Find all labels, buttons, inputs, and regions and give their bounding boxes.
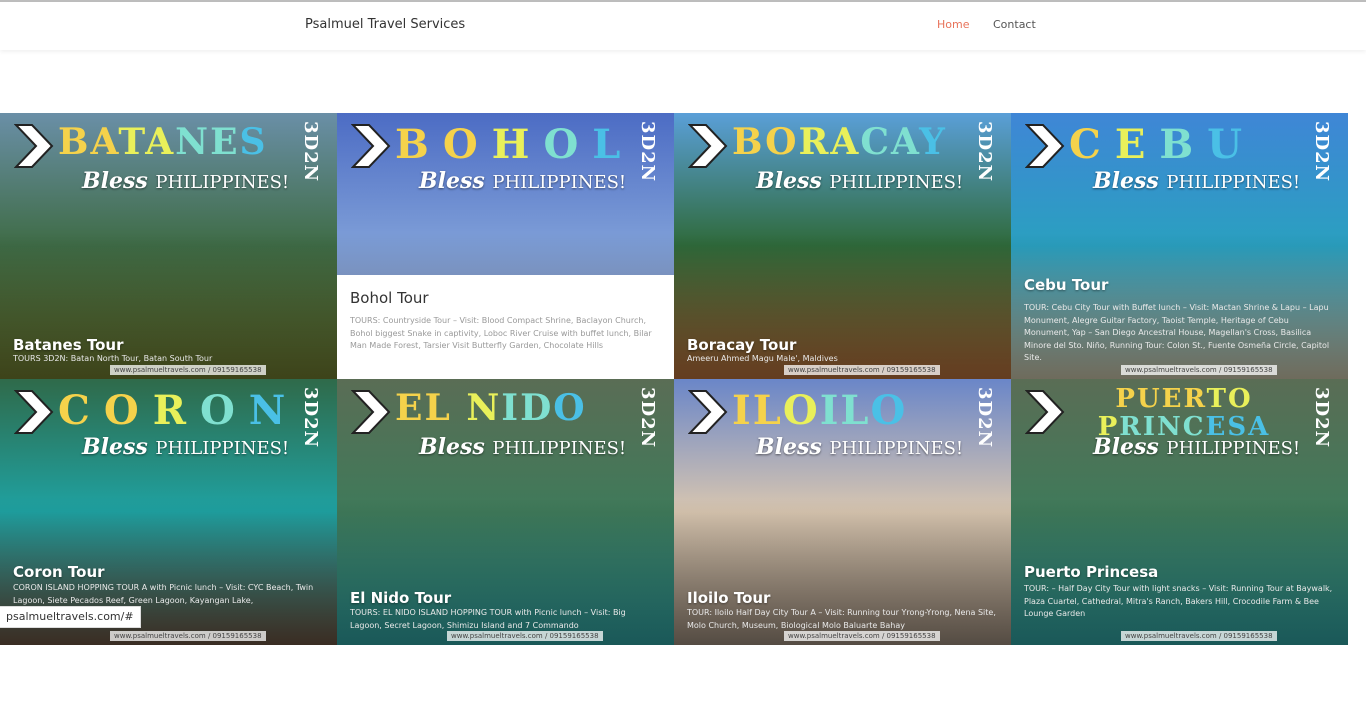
bless-philippines-banner: Bless PHILIPPINES! <box>82 168 290 194</box>
bless-philippines-banner: Bless PHILIPPINES! <box>419 434 627 460</box>
tour-card[interactable]: C E B U 3D2N Bless PHILIPPINES! www.psalmueltr… <box>1011 113 1348 379</box>
tour-description: TOUR: – Half Day City Tour with light sn… <box>1024 584 1333 618</box>
watermark: www.psalmueltravels.com / 09159165538 <box>784 365 940 375</box>
destination-title: ILOILO <box>732 387 908 434</box>
tour-card[interactable]: BORACAY 3D2N Bless PHILIPPINES! www.psalmue… <box>674 113 1011 379</box>
tour-card[interactable]: BATANES 3D2N Bless PHILIPPINES! www.psalmue… <box>0 113 337 379</box>
watermark: www.psalmueltravels.com / 09159165538 <box>110 365 266 375</box>
destination-title: BOHOL <box>395 121 623 168</box>
tour-title[interactable]: Iloilo Tour <box>687 589 770 607</box>
status-bar-url: psalmueltravels.com/# <box>0 606 141 628</box>
chevron-right-icon <box>1025 124 1065 168</box>
watermark: www.psalmueltravels.com / 09159165538 <box>1121 631 1277 641</box>
tour-title[interactable]: Cebu Tour <box>1024 276 1108 294</box>
nav-home-link[interactable]: Home <box>937 18 969 31</box>
tour-card[interactable]: EL NIDO 3D2N Bless PHILIPPINES! www.psalmue… <box>337 379 674 645</box>
bless-philippines-banner: Bless PHILIPPINES! <box>756 434 964 460</box>
duration-label: 3D2N <box>1311 121 1332 183</box>
chevron-right-icon <box>351 124 391 168</box>
tour-description: TOUR: Cebu City Tour with Buffet lunch –… <box>1024 303 1330 362</box>
destination-title: BATANES <box>58 121 268 163</box>
watermark: www.psalmueltravels.com / 09159165538 <box>784 631 940 641</box>
bless-philippines-banner: Bless PHILIPPINES! <box>1093 168 1301 194</box>
tour-description: TOURS: Countryside Tour – Visit: Blood C… <box>350 316 652 350</box>
bless-philippines-banner: Bless PHILIPPINES! <box>1093 434 1301 460</box>
tour-card[interactable]: ILOILO 3D2N Bless PHILIPPINES! www.psalmuel… <box>674 379 1011 645</box>
site-brand[interactable]: Psalmuel Travel Services <box>305 17 465 32</box>
chevron-right-icon <box>688 124 728 168</box>
chevron-right-icon <box>14 124 54 168</box>
tour-grid: BATANES 3D2N Bless PHILIPPINES! www.psalmue… <box>0 113 1348 645</box>
bless-philippines-banner: Bless PHILIPPINES! <box>756 168 964 194</box>
duration-label: 3D2N <box>974 387 995 449</box>
navbar: Psalmuel Travel Services Home Contact <box>0 2 1366 50</box>
tour-title[interactable]: Batanes Tour <box>13 336 123 354</box>
duration-label: 3D2N <box>300 387 321 449</box>
watermark: www.psalmueltravels.com / 09159165538 <box>447 631 603 641</box>
duration-label: 3D2N <box>637 387 658 449</box>
watermark: www.psalmueltravels.com / 09159165538 <box>110 631 266 641</box>
destination-title: BORACAY <box>732 121 947 163</box>
duration-label: 3D2N <box>637 121 658 183</box>
duration-label: 3D2N <box>300 121 321 183</box>
tour-card[interactable]: BOHOL3D2NBless PHILIPPINES!www.psalmuelt… <box>337 113 674 379</box>
bless-philippines-banner: Bless PHILIPPINES! <box>419 168 627 194</box>
tour-title[interactable]: Puerto Princesa <box>1024 563 1158 581</box>
watermark: www.psalmueltravels.com / 09159165538 <box>1121 365 1277 375</box>
tour-title[interactable]: Coron Tour <box>13 563 105 581</box>
destination-title: CORON <box>58 387 288 434</box>
tour-description: Ameeru Ahmed Magu Male', Maldives <box>687 354 838 363</box>
tour-description: TOURS 3D2N: Batan North Tour, Batan Sout… <box>13 354 213 363</box>
destination-title: PUERTO PRINCESA <box>1097 384 1271 442</box>
tour-card[interactable]: PUERTO PRINCESA 3D2N Bless PHILIPPINES! www… <box>1011 379 1348 645</box>
chevron-right-icon <box>351 390 391 434</box>
destination-title: CEBU <box>1069 121 1245 168</box>
tour-description: TOURS: EL NIDO ISLAND HOPPING TOUR with … <box>350 608 626 630</box>
tour-title[interactable]: Bohol Tour <box>350 289 429 307</box>
tour-description: CORON ISLAND HOPPING TOUR A with Picnic … <box>13 583 314 605</box>
tour-description: TOUR: Iloilo Half Day City Tour A – Visi… <box>687 608 996 630</box>
chevron-right-icon <box>14 390 54 434</box>
duration-label: 3D2N <box>1311 387 1332 449</box>
tour-title[interactable]: El Nido Tour <box>350 589 451 607</box>
tour-title[interactable]: Boracay Tour <box>687 336 796 354</box>
duration-label: 3D2N <box>974 121 995 183</box>
bless-philippines-banner: Bless PHILIPPINES! <box>82 434 290 460</box>
tour-info-panel: Bohol Tour TOURS: Countryside Tour – Visi… <box>337 275 674 379</box>
chevron-right-icon <box>688 390 728 434</box>
chevron-right-icon <box>1025 390 1065 434</box>
destination-title: EL NIDO <box>395 387 587 429</box>
nav-contact-link[interactable]: Contact <box>993 18 1036 31</box>
